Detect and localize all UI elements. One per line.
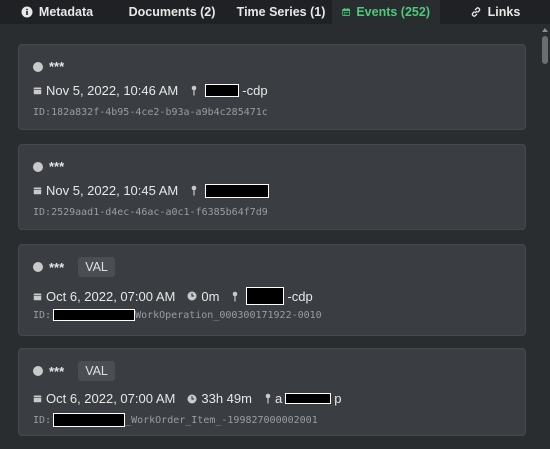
tab-bar: Metadata Documents (2) Time Series (1) E… [0, 0, 550, 24]
event-id[interactable]: 182a832f-4b95-4ce2-b93a-a9b4c285471c [51, 107, 268, 118]
map-pin-icon [191, 85, 197, 96]
clock-icon [187, 394, 197, 403]
calendar-icon [33, 87, 42, 95]
event-type-badge: VAL [78, 257, 115, 277]
tab-label: Documents (2) [128, 5, 216, 19]
link-icon [471, 7, 480, 17]
tab-events[interactable]: Events (252) [332, 0, 440, 24]
redacted-asset [246, 287, 285, 305]
redacted-asset [285, 393, 332, 404]
event-id-row: ID: _WorkOrder_Item_-199827000002001 [33, 413, 318, 427]
calendar-icon [342, 8, 351, 16]
event-meta-row: Oct 6, 2022, 07:00 AM 0m -cdp [33, 287, 325, 305]
status-dot-icon [33, 61, 43, 72]
event-card[interactable]: *** Nov 5, 2022, 10:46 AM -cdp ID: 182a8… [18, 44, 526, 130]
event-id-row: ID: WorkOperation_000300171922-0010 [33, 309, 322, 321]
event-title: *** [49, 363, 65, 379]
event-id[interactable]: WorkOperation_000300171922-0010 [135, 310, 322, 321]
event-asset-suffix: -cdp [287, 288, 313, 304]
info-icon [21, 6, 33, 18]
event-asset-suffix: -cdp [242, 83, 268, 98]
status-dot-icon [33, 262, 43, 272]
event-type-badge: VAL [78, 361, 115, 381]
event-id-row: ID: 2529aad1-d4ec-46ac-a0c1-f6385b64f7d9 [33, 207, 268, 218]
tab-label: Time Series (1) [236, 5, 326, 19]
event-id-label: ID: [33, 309, 52, 321]
event-title-row: *** VAL [33, 257, 115, 277]
event-id-label: ID: [33, 207, 52, 218]
event-meta-row: Oct 6, 2022, 07:00 AM 33h 49m a p [33, 391, 353, 406]
clock-icon [187, 291, 197, 301]
event-title: *** [49, 59, 65, 74]
status-dot-icon [33, 161, 43, 172]
tab-label: Metadata [38, 5, 94, 19]
redacted-id [53, 413, 126, 427]
event-id[interactable]: 2529aad1-d4ec-46ac-a0c1-f6385b64f7d9 [51, 207, 268, 218]
calendar-icon [33, 293, 42, 300]
event-date: Oct 6, 2022, 07:00 AM [46, 288, 176, 304]
event-id[interactable]: _WorkOrder_Item_-199827000002001 [125, 415, 318, 426]
event-date: Nov 5, 2022, 10:46 AM [46, 83, 179, 98]
tab-links[interactable]: Links [440, 0, 550, 24]
redacted-asset [205, 183, 270, 198]
event-card[interactable]: *** Nov 5, 2022, 10:45 AM ID: 2529aad1-d… [18, 144, 526, 230]
scroll-up-arrow-icon[interactable] [541, 26, 549, 34]
event-title: *** [49, 159, 65, 174]
tab-label: Events (252) [356, 5, 430, 19]
scrollbar[interactable] [540, 24, 550, 449]
calendar-icon [33, 187, 42, 195]
map-pin-icon [265, 393, 271, 404]
event-meta-row: Nov 5, 2022, 10:45 AM [33, 183, 284, 198]
tab-metadata[interactable]: Metadata [0, 0, 114, 24]
calendar-icon [33, 395, 42, 403]
status-dot-icon [33, 366, 43, 376]
tab-documents[interactable]: Documents (2) [114, 0, 224, 24]
event-asset-prefix: a [274, 391, 283, 406]
event-meta-row: Nov 5, 2022, 10:46 AM -cdp [33, 83, 280, 98]
event-asset-suffix: p [334, 391, 342, 406]
event-duration: 33h 49m [201, 391, 252, 406]
map-pin-icon [233, 291, 238, 301]
event-title-row: *** [33, 59, 64, 74]
event-id-label: ID: [33, 107, 52, 118]
event-title-row: *** [33, 159, 64, 174]
event-card[interactable]: *** VAL Oct 6, 2022, 07:00 AM 0m -cdp ID… [18, 244, 526, 336]
scrollbar-thumb[interactable] [542, 36, 548, 64]
event-id-row: ID: 182a832f-4b95-4ce2-b93a-a9b4c285471c [33, 107, 268, 118]
event-duration: 0m [201, 288, 220, 304]
map-pin-icon [191, 185, 197, 196]
tab-time-series[interactable]: Time Series (1) [224, 0, 332, 24]
event-title: *** [49, 259, 65, 275]
event-date: Nov 5, 2022, 10:45 AM [46, 183, 179, 198]
event-date: Oct 6, 2022, 07:00 AM [46, 391, 176, 406]
redacted-asset [205, 84, 240, 97]
event-card[interactable]: *** VAL Oct 6, 2022, 07:00 AM 33h 49m a … [18, 348, 526, 436]
tab-label: Links [487, 5, 521, 19]
event-title-row: *** VAL [33, 361, 115, 381]
event-id-label: ID: [33, 414, 52, 426]
redacted-id [53, 309, 136, 321]
